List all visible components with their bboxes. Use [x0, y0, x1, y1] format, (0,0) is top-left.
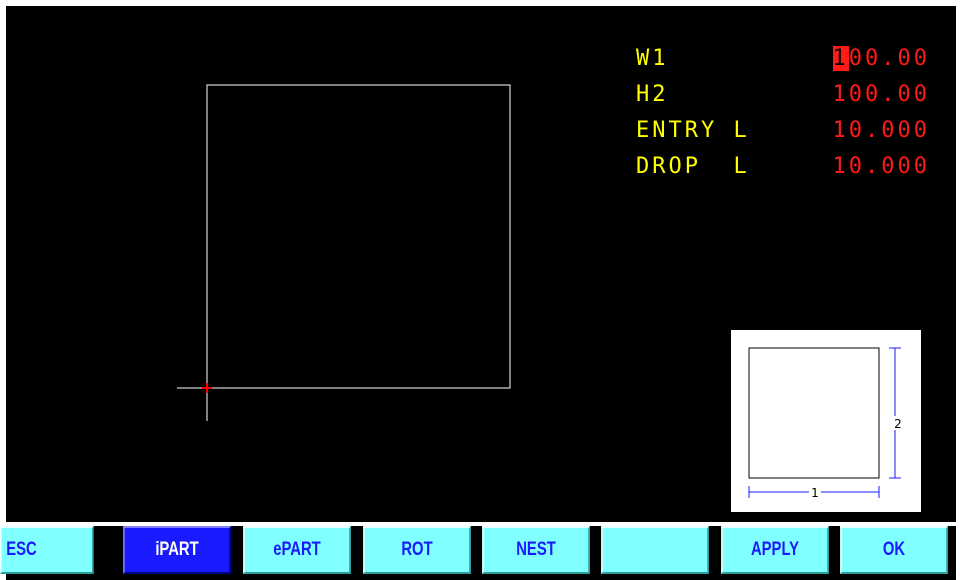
shape-preview: 1 2 [731, 330, 921, 512]
shape-preview-diagram: 1 2 [748, 347, 904, 500]
param-label: W1 [636, 46, 669, 71]
ipart-button[interactable]: iPART [123, 526, 231, 574]
epart-button-label: ePART [273, 539, 321, 560]
ok-button-label: OK [882, 539, 906, 560]
origin-crosshair-icon [177, 383, 237, 421]
blank-softkey[interactable] [601, 526, 709, 574]
dimension-line-2 [889, 347, 901, 479]
nest-button[interactable]: NEST [482, 526, 590, 574]
apply-button-label: APPLY [750, 539, 800, 560]
softkey-toolbar: ESC iPART ePART ROT NEST APPLY OK [0, 526, 956, 580]
esc-button[interactable]: ESC [0, 526, 94, 574]
parameter-panel: W1 100.00 H2 100.00 ENTRY L 10.000 DROP … [636, 46, 936, 190]
main-screen: W1 100.00 H2 100.00 ENTRY L 10.000 DROP … [6, 6, 956, 522]
param-label: H2 [636, 82, 669, 107]
param-value-rest: 00.00 [848, 46, 930, 71]
apply-button[interactable]: APPLY [721, 526, 829, 574]
param-row-w1[interactable]: W1 100.00 [636, 46, 936, 82]
param-value-drop-l[interactable]: 10.000 [833, 154, 930, 179]
rot-button[interactable]: ROT [363, 526, 471, 574]
param-value-entry-l[interactable]: 10.000 [833, 118, 930, 143]
nest-button-label: NEST [516, 539, 556, 560]
param-row-entry-l[interactable]: ENTRY L 10.000 [636, 118, 936, 154]
param-row-drop-l[interactable]: DROP L 10.000 [636, 154, 936, 190]
part-shape-square [206, 84, 511, 389]
ok-button[interactable]: OK [840, 526, 948, 574]
epart-button[interactable]: ePART [243, 526, 351, 574]
ipart-button-label: iPART [155, 539, 199, 560]
dimension-label-2: 2 [894, 417, 902, 431]
rot-button-label: ROT [401, 539, 433, 560]
param-row-h2[interactable]: H2 100.00 [636, 82, 936, 118]
dimension-label-1: 1 [811, 486, 819, 500]
param-value-h2[interactable]: 100.00 [833, 82, 930, 107]
esc-button-label: ESC [6, 539, 37, 560]
preview-square [748, 347, 880, 479]
input-cursor: 1 [832, 46, 849, 71]
param-value-w1[interactable]: 100.00 [832, 46, 930, 71]
param-label: ENTRY L [636, 118, 750, 143]
param-label: DROP L [636, 154, 750, 179]
